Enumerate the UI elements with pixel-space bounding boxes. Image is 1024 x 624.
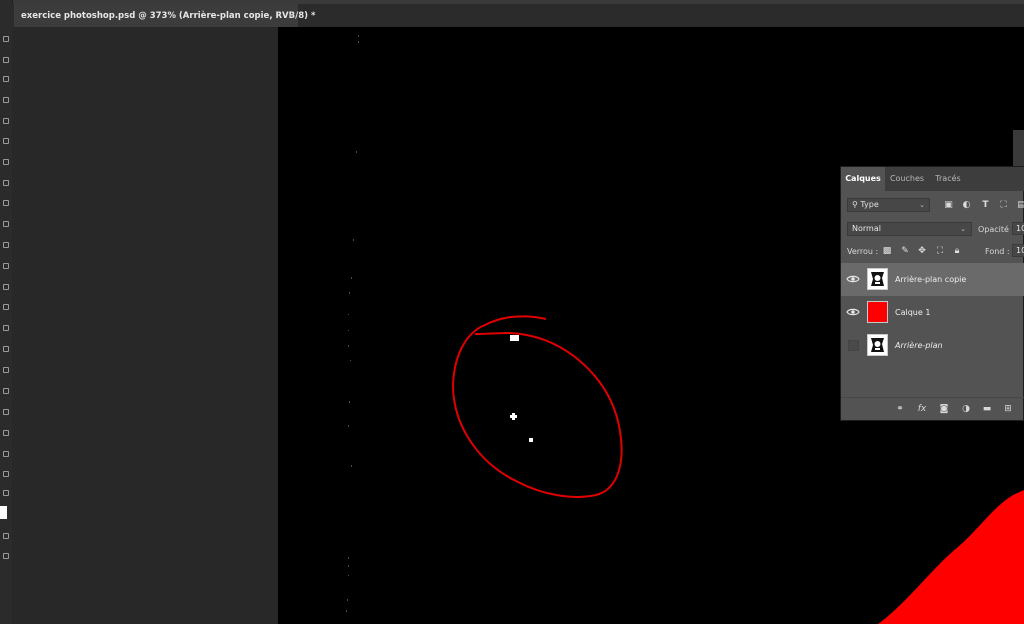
- search-icon: ⚲: [852, 200, 858, 209]
- close-tab-icon[interactable]: ×: [284, 4, 298, 27]
- quick-mask-icon[interactable]: [1, 531, 9, 539]
- text-filter-icon[interactable]: T: [979, 198, 992, 212]
- blend-mode-dropdown[interactable]: Normal ⌄: [847, 222, 972, 236]
- image-filter-icon[interactable]: ▣: [942, 198, 955, 212]
- history-brush-tool-icon[interactable]: [1, 240, 9, 248]
- tab-calques[interactable]: Calques: [841, 167, 885, 191]
- type-tool-icon[interactable]: [1, 365, 9, 373]
- eyedropper-tool-icon[interactable]: [1, 157, 9, 165]
- vertical-scrollbar[interactable]: [1013, 130, 1024, 166]
- brush-tool-icon[interactable]: [1, 198, 9, 206]
- more-tools-icon[interactable]: [1, 469, 9, 477]
- chevron-down-icon: ⌄: [960, 225, 966, 233]
- document-tab[interactable]: exercice photoshop.psd @ 373% (Arrière-p…: [14, 4, 315, 27]
- layer-thumbnail: [867, 334, 888, 356]
- lock-position-icon[interactable]: ✥: [916, 244, 928, 258]
- blend-row: Normal ⌄ Opacité : 100: [845, 222, 1024, 237]
- rectangle-tool-icon[interactable]: [1, 407, 9, 415]
- lock-all-icon[interactable]: 🔒︎: [951, 244, 963, 258]
- fx-icon[interactable]: fx: [915, 402, 929, 416]
- new-group-icon[interactable]: ▬: [980, 402, 994, 416]
- layers-panel: Calques Couches Tracés ⚲ Type ⌄ ▣ ◐ T ⛶ …: [840, 166, 1024, 421]
- shape-filter-icon[interactable]: ⛶: [997, 198, 1010, 212]
- panel-tab-bar: Calques Couches Tracés: [841, 167, 1024, 191]
- layer-name[interactable]: Arrière-plan copie: [895, 263, 966, 296]
- document-tab-bar: exercice photoshop.psd @ 373% (Arrière-p…: [12, 4, 1024, 27]
- tab-traces[interactable]: Tracés: [929, 167, 967, 191]
- layer-thumbnail: [867, 301, 888, 323]
- crop-tool-icon[interactable]: [1, 116, 9, 124]
- layer-row-arriere-plan-copie[interactable]: Arrière-plan copie: [841, 263, 1024, 296]
- pen-tool-icon[interactable]: [1, 344, 9, 352]
- lock-transparent-pixels-icon[interactable]: ▩: [881, 244, 893, 258]
- layer-row-arriere-plan[interactable]: Arrière-plan: [841, 329, 1024, 362]
- layer-name[interactable]: Calque 1: [895, 296, 930, 329]
- lock-row: Verrou : ▩ ✎ ✥ ⛶ 🔒︎ Fond : 100: [845, 244, 1024, 259]
- smart-object-filter-icon[interactable]: ▤: [1015, 198, 1024, 212]
- fill-input[interactable]: 100: [1012, 244, 1024, 257]
- blur-tool-icon[interactable]: [1, 302, 9, 310]
- frame-tool-icon[interactable]: [1, 136, 9, 144]
- link-layers-icon[interactable]: ⚭: [893, 402, 907, 416]
- red-annotation-circle: [451, 315, 623, 498]
- adjustment-layer-icon[interactable]: ◑: [959, 402, 973, 416]
- path-selection-tool-icon[interactable]: [1, 386, 9, 394]
- pasteboard: [12, 27, 278, 624]
- layers-panel-footer: ⚭ fx ◙ ◑ ▬ ⊞: [841, 397, 1024, 421]
- lock-artboard-icon[interactable]: ⛶: [934, 244, 946, 258]
- zoom-tool-icon[interactable]: [1, 449, 9, 457]
- lock-label: Verrou :: [847, 247, 879, 256]
- visibility-toggle-empty-icon[interactable]: [848, 340, 859, 351]
- layer-filter-value: Type: [860, 200, 879, 209]
- fill-label: Fond :: [985, 247, 1010, 256]
- lasso-tool-icon[interactable]: [1, 74, 9, 82]
- screen-mode-icon[interactable]: [1, 551, 9, 559]
- sparse-pixels: [346, 35, 359, 612]
- quick-select-tool-icon[interactable]: [1, 95, 9, 103]
- hand-tool-icon[interactable]: [1, 428, 9, 436]
- blend-mode-value: Normal: [852, 224, 881, 233]
- layer-thumbnail: [867, 268, 888, 290]
- lock-image-pixels-icon[interactable]: ✎: [899, 244, 911, 258]
- clone-stamp-tool-icon[interactable]: [1, 219, 9, 227]
- foreground-color-swatch[interactable]: [0, 506, 7, 519]
- layer-name[interactable]: Arrière-plan: [895, 329, 943, 362]
- layer-filter-row: ⚲ Type ⌄ ▣ ◐ T ⛶ ▤: [845, 198, 1024, 213]
- red-shape: [878, 490, 1024, 624]
- move-tool-icon[interactable]: [1, 34, 9, 42]
- layer-list: Arrière-plan copie Calque 1 Arrière-plan: [841, 263, 1024, 362]
- white-pixels: [510, 335, 533, 442]
- adjustment-filter-icon[interactable]: ◐: [960, 198, 973, 212]
- document-tab-title: exercice photoshop.psd @ 373% (Arrière-p…: [21, 10, 316, 21]
- gradient-tool-icon[interactable]: [1, 282, 9, 290]
- opacity-input[interactable]: 100: [1012, 222, 1024, 235]
- add-mask-icon[interactable]: ◙: [937, 402, 951, 416]
- marquee-tool-icon[interactable]: [1, 55, 9, 63]
- eye-icon[interactable]: [846, 305, 860, 319]
- opacity-label: Opacité :: [978, 225, 1015, 234]
- healing-brush-tool-icon[interactable]: [1, 178, 9, 186]
- new-layer-icon[interactable]: ⊞: [1001, 402, 1015, 416]
- swap-colors-icon[interactable]: [1, 488, 9, 496]
- layer-filter-dropdown[interactable]: ⚲ Type ⌄: [847, 198, 930, 212]
- tab-couches[interactable]: Couches: [885, 167, 929, 191]
- chevron-down-icon: ⌄: [919, 201, 925, 209]
- layer-row-calque-1[interactable]: Calque 1: [841, 296, 1024, 329]
- eye-icon[interactable]: [846, 272, 860, 286]
- eraser-tool-icon[interactable]: [1, 261, 9, 269]
- dodge-tool-icon[interactable]: [1, 323, 9, 331]
